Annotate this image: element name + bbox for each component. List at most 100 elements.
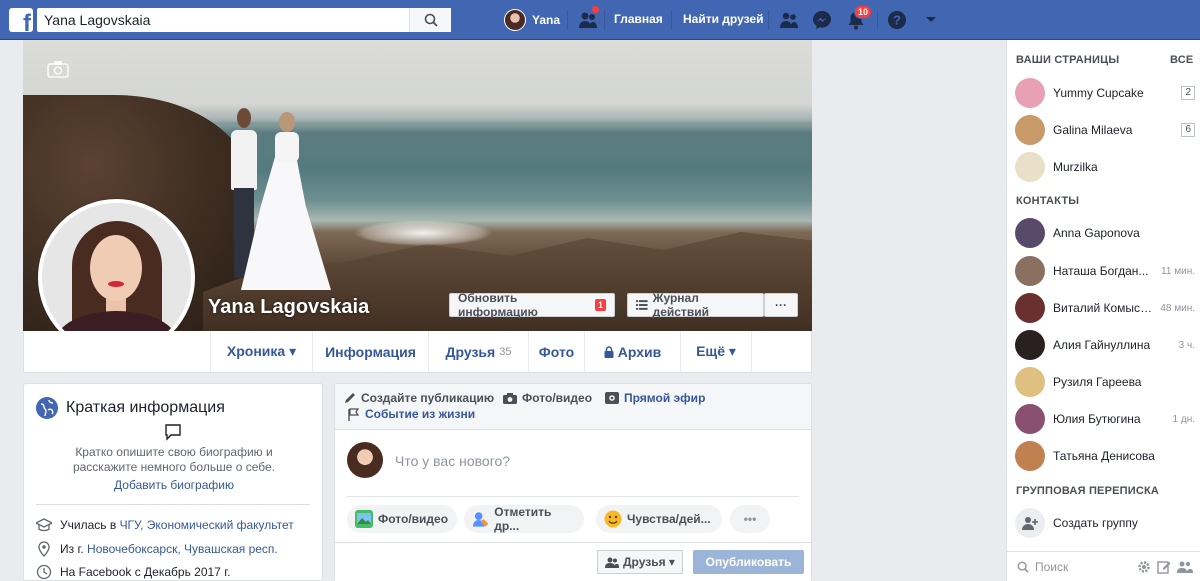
friends-count: 35 xyxy=(499,345,512,358)
life-event-option[interactable]: Событие из жизни xyxy=(348,407,475,421)
create-group-button[interactable]: Создать группу xyxy=(1015,507,1195,539)
update-info-label: Обновить информацию xyxy=(458,291,538,319)
photo-video-pill-label: Фото/видео xyxy=(378,512,449,526)
tab-label: Друзья xyxy=(445,343,496,360)
camera-icon[interactable] xyxy=(47,60,69,81)
contact-last-active: 1 дн. xyxy=(1172,413,1195,425)
contact-item[interactable]: Виталий Комысов 48 мин. xyxy=(1015,292,1195,324)
avatar xyxy=(347,442,383,478)
page-name: Yummy Cupcake xyxy=(1053,86,1144,100)
publish-button[interactable]: Опубликовать xyxy=(693,550,804,574)
friends-icon[interactable] xyxy=(778,9,800,31)
contact-name: Юлия Бутюгина xyxy=(1053,412,1141,426)
messenger-icon[interactable] xyxy=(811,9,833,31)
tab-photos[interactable]: Фото xyxy=(528,331,584,372)
feeling-activity-pill[interactable]: Чувства/дей... xyxy=(596,505,722,533)
top-navigation-bar: f Yana Главная Найти друзей 10 ? xyxy=(0,0,1200,40)
avatar xyxy=(1015,115,1045,145)
intro-title: Краткая информация xyxy=(66,399,225,416)
tag-friends-pill[interactable]: Отметить др... xyxy=(464,505,584,533)
bio-prompt: Кратко опишите свою биографию и расскажи… xyxy=(72,445,276,474)
tab-archive[interactable]: Архив xyxy=(584,331,680,372)
audience-selector[interactable]: Друзья ▾ xyxy=(597,550,683,574)
tab-label: Архив xyxy=(617,343,662,360)
tab-timeline[interactable]: Хроника ▾ xyxy=(210,331,312,372)
cover-wave xyxy=(353,220,493,246)
nav-profile-link[interactable]: Yana xyxy=(504,8,560,32)
nav-home-link[interactable]: Главная xyxy=(614,12,663,26)
contact-last-active: 11 мин. xyxy=(1161,265,1195,277)
more-options-button[interactable]: ··· xyxy=(764,293,798,317)
divider xyxy=(567,10,568,30)
education-prefix: Училась в xyxy=(60,518,120,532)
account-menu-chevron-icon[interactable] xyxy=(920,9,942,31)
page-count-badge: 2 xyxy=(1181,86,1195,100)
search-input[interactable] xyxy=(37,8,407,32)
help-icon[interactable]: ? xyxy=(886,9,908,31)
page-item[interactable]: Murzilka xyxy=(1015,151,1195,183)
photo-video-option[interactable]: Фото/видео xyxy=(503,391,592,405)
facebook-logo[interactable]: f xyxy=(9,8,33,32)
contact-name: Anna Gaponova xyxy=(1053,226,1140,240)
divider xyxy=(877,10,878,30)
gear-icon[interactable] xyxy=(1137,560,1151,574)
avatar xyxy=(1015,330,1045,360)
search-button[interactable] xyxy=(409,8,451,32)
find-friends-icon[interactable] xyxy=(577,5,600,31)
page-name: Murzilka xyxy=(1053,160,1098,174)
tab-more[interactable]: Ещё ▾ xyxy=(680,331,752,372)
contact-item[interactable]: Юлия Бутюгина 1 дн. xyxy=(1015,403,1195,435)
page-count-badge: 6 xyxy=(1181,123,1195,137)
photo-video-pill[interactable]: Фото/видео xyxy=(347,505,457,533)
search-box xyxy=(37,8,451,32)
group-chat-icon[interactable] xyxy=(1177,560,1193,574)
photo-video-label: Фото/видео xyxy=(522,391,593,405)
contact-item[interactable]: Anna Gaponova xyxy=(1015,217,1195,249)
contact-item[interactable]: Рузиля Гареева xyxy=(1015,366,1195,398)
hometown-fact: Из г. Новочебоксарск, Чувашская респ. xyxy=(36,541,278,557)
profile-name[interactable]: Yana Lagovskaia xyxy=(208,296,369,319)
speech-bubble-icon xyxy=(164,423,182,444)
contact-name: Татьяна Денисова xyxy=(1053,449,1155,463)
compose-icon[interactable] xyxy=(1157,560,1171,574)
page-item[interactable]: Yummy Cupcake 2 xyxy=(1015,77,1195,109)
live-video-option[interactable]: Прямой эфир xyxy=(605,391,705,405)
composer-input[interactable]: Что у вас нового? xyxy=(395,453,510,469)
contact-item[interactable]: Наташа Богдан... 11 мин. xyxy=(1015,255,1195,287)
avatar xyxy=(1015,441,1045,471)
notifications-icon[interactable]: 10 xyxy=(845,5,873,31)
divider xyxy=(768,10,769,30)
contacts-header: КОНТАКТЫ xyxy=(1016,195,1080,207)
live-video-label: Прямой эфир xyxy=(624,391,706,405)
right-sidebar: ВАШИ СТРАНИЦЫ ВСЕ Yummy Cupcake 2 Galina… xyxy=(1006,40,1200,581)
live-video-icon xyxy=(605,392,619,404)
add-bio-link[interactable]: Добавить биографию xyxy=(24,478,324,492)
graduation-cap-icon xyxy=(36,518,52,532)
chat-search-bar[interactable]: Поиск xyxy=(1007,551,1200,581)
joined-text: На Facebook с Декабрь 2017 г. xyxy=(60,565,231,579)
education-link[interactable]: ЧГУ, Экономический факультет xyxy=(120,518,294,532)
update-info-button[interactable]: Обновить информацию 1 xyxy=(449,291,615,319)
more-options-label: ··· xyxy=(775,298,787,312)
more-options-pill[interactable]: ••• xyxy=(730,505,770,533)
tag-friends-icon xyxy=(472,512,489,527)
activity-log-button[interactable]: Журнал действий xyxy=(627,291,764,319)
activity-log-label: Журнал действий xyxy=(652,291,709,319)
chat-search-input[interactable]: Поиск xyxy=(1035,560,1131,574)
avatar xyxy=(1015,404,1045,434)
lock-icon xyxy=(604,345,614,358)
contact-item[interactable]: Татьяна Денисова xyxy=(1015,440,1195,472)
tab-about[interactable]: Информация xyxy=(312,331,428,372)
nav-find-friends-link[interactable]: Найти друзей xyxy=(683,12,763,26)
avatar xyxy=(1015,78,1045,108)
contact-name: Виталий Комысов xyxy=(1053,301,1153,315)
contact-name: Наташа Богдан... xyxy=(1053,264,1149,278)
hometown-link[interactable]: Новочебоксарск, Чувашская респ. xyxy=(87,542,278,556)
create-post-option[interactable]: Создайте публикацию xyxy=(344,391,494,405)
page-item[interactable]: Galina Milaeva 6 xyxy=(1015,114,1195,146)
tab-friends[interactable]: Друзья 35 xyxy=(428,331,528,372)
pages-see-all-link[interactable]: ВСЕ xyxy=(1170,54,1193,66)
tab-label: Информация xyxy=(325,343,416,360)
avatar xyxy=(1015,367,1045,397)
contact-item[interactable]: Алия Гайнуллина 3 ч. xyxy=(1015,329,1195,361)
